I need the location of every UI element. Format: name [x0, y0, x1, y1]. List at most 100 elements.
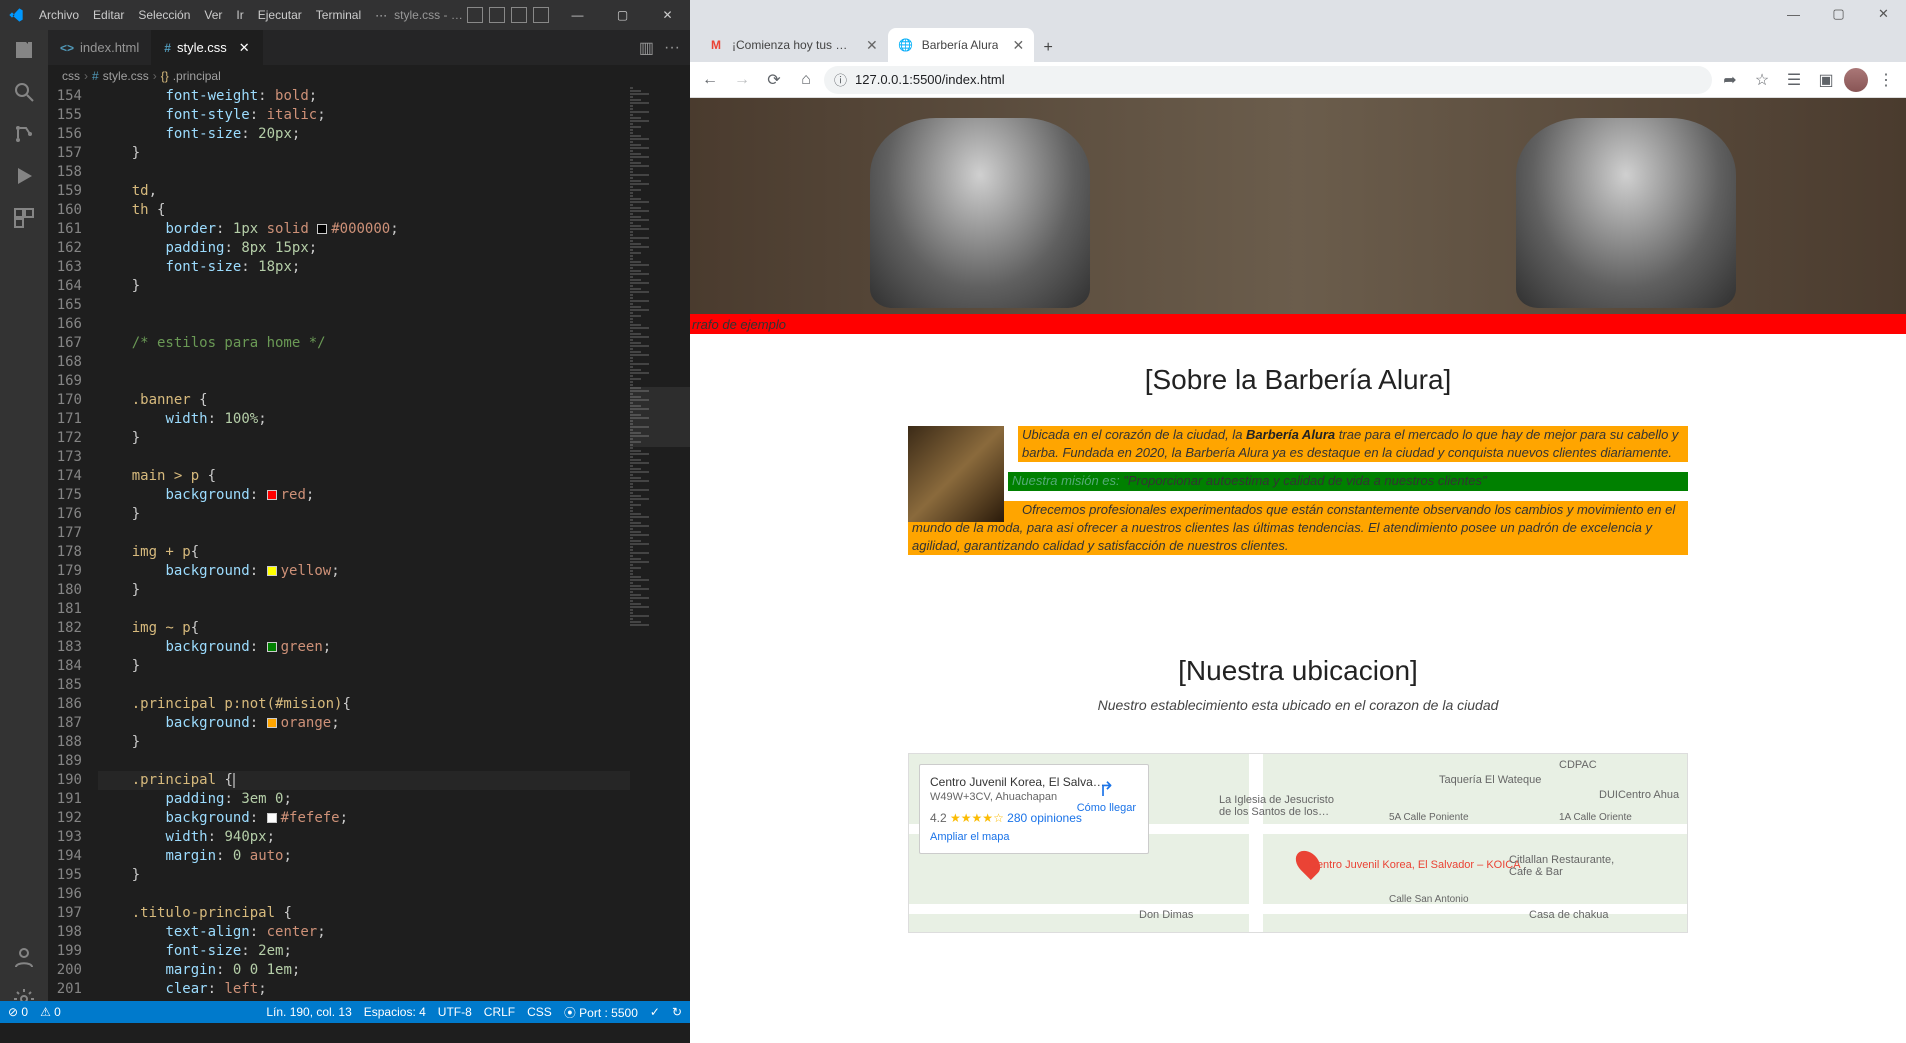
status-spaces[interactable]: Espacios: 4 — [364, 1004, 426, 1021]
star-bookmark-icon[interactable]: ☆ — [1748, 66, 1776, 94]
breadcrumb-folder[interactable]: css — [62, 69, 80, 83]
status-sync-icon[interactable]: ↻ — [672, 1004, 682, 1021]
status-check-icon[interactable]: ✓ — [650, 1004, 660, 1021]
status-warnings[interactable]: ⚠ 0 — [40, 1005, 61, 1019]
map-poi-label: Don Dimas — [1139, 909, 1193, 921]
banner-image — [690, 98, 1906, 314]
globe-favicon-icon: 🌐 — [898, 37, 914, 53]
menu-archivo[interactable]: Archivo — [32, 8, 86, 22]
chrome-tabs: M ¡Comienza hoy tus estudios y no ✕ 🌐 Ba… — [690, 28, 1906, 62]
chrome-menu-icon[interactable]: ⋮ — [1872, 66, 1900, 94]
about-paragraph-1: Ubicada en el corazón de la ciudad, la B… — [1018, 426, 1688, 462]
layout-icon[interactable] — [533, 7, 549, 23]
map-road-label: 5A Calle Poniente — [1389, 812, 1469, 823]
menu-ver[interactable]: Ver — [197, 8, 229, 22]
red-paragraph: rrafo de ejemplo — [690, 314, 1906, 334]
new-tab-button[interactable]: + — [1034, 34, 1062, 62]
chrome-close-button[interactable]: ✕ — [1861, 0, 1906, 28]
window-title: style.css - HTML Y CSS - Visual Studi... — [394, 8, 467, 22]
menu-seleccion[interactable]: Selección — [131, 8, 197, 22]
layout-icon[interactable] — [489, 7, 505, 23]
status-lang[interactable]: CSS — [527, 1004, 552, 1021]
chrome-tab-barberia[interactable]: 🌐 Barbería Alura ✕ — [888, 28, 1034, 62]
search-icon[interactable] — [12, 80, 36, 104]
layout-icon[interactable] — [467, 7, 483, 23]
status-port[interactable]: ⦿ Port : 5500 — [564, 1004, 638, 1021]
map-poi-label: Taquería El Wateque — [1439, 774, 1541, 786]
close-button[interactable]: ✕ — [645, 0, 690, 30]
menu-terminal[interactable]: Terminal — [309, 8, 368, 22]
map-poi-label: Casa de chakua — [1529, 909, 1609, 921]
chrome-window: — ▢ ✕ M ¡Comienza hoy tus estudios y no … — [690, 0, 1906, 1043]
gmail-favicon-icon: M — [708, 37, 724, 53]
back-button[interactable]: ← — [696, 66, 724, 94]
map-info-card: ↱ Cómo llegar Centro Juvenil Korea, El S… — [919, 764, 1149, 854]
map-poi-label: CDPAC — [1559, 759, 1597, 771]
tab-style-css[interactable]: # style.css ✕ — [152, 30, 262, 65]
reading-list-icon[interactable]: ☰ — [1780, 66, 1808, 94]
vscode-logo-icon — [8, 7, 24, 23]
tab-index-html[interactable]: <> index.html — [48, 30, 152, 65]
maximize-button[interactable]: ▢ — [600, 0, 645, 30]
share-icon[interactable]: ➦ — [1716, 66, 1744, 94]
minimap[interactable] — [630, 87, 690, 1023]
explorer-icon[interactable] — [12, 38, 36, 62]
layout-icon[interactable] — [511, 7, 527, 23]
layout-icons[interactable] — [467, 7, 555, 23]
minimap-slider[interactable] — [630, 387, 690, 447]
site-info-icon[interactable]: ⓘ — [834, 70, 847, 89]
map-poi-label: La Iglesia de Jesucristo de los Santos d… — [1219, 794, 1349, 818]
menu-editar[interactable]: Editar — [86, 8, 131, 22]
source-control-icon[interactable] — [12, 122, 36, 146]
reload-button[interactable]: ⟳ — [760, 66, 788, 94]
google-map-embed[interactable]: ↱ Cómo llegar Centro Juvenil Korea, El S… — [908, 753, 1688, 933]
tab-label: ¡Comienza hoy tus estudios y no — [732, 38, 852, 52]
map-poi-label: Citlallan Restaurante, Cafe & Bar — [1509, 854, 1629, 878]
menu-ejecutar[interactable]: Ejecutar — [251, 8, 309, 22]
map-directions-button[interactable]: ↱ Cómo llegar — [1077, 777, 1136, 814]
tab-label: index.html — [80, 40, 139, 55]
status-errors[interactable]: ⊘ 0 — [8, 1005, 28, 1019]
account-icon[interactable] — [12, 945, 36, 969]
editor-tabs: <> index.html # style.css ✕ ▥ ··· — [48, 30, 690, 65]
location-subtitle: Nuestro establecimiento esta ubicado en … — [690, 697, 1906, 713]
map-road-label: 1A Calle Oriente — [1559, 812, 1632, 823]
page-viewport[interactable]: rrafo de ejemplo [Sobre la Barbería Alur… — [690, 98, 1906, 1043]
html-file-icon: <> — [60, 41, 74, 55]
close-tab-icon[interactable]: ✕ — [1012, 37, 1024, 54]
menu-overflow[interactable]: ··· — [368, 8, 394, 22]
status-encoding[interactable]: UTF-8 — [438, 1004, 472, 1021]
more-actions-icon[interactable]: ··· — [664, 39, 680, 57]
close-tab-icon[interactable]: ✕ — [866, 37, 878, 54]
close-tab-icon[interactable]: ✕ — [239, 40, 250, 56]
status-line-col[interactable]: Lín. 190, col. 13 — [266, 1004, 351, 1021]
extensions-icon[interactable] — [12, 206, 36, 230]
about-heading: [Sobre la Barbería Alura] — [690, 364, 1906, 396]
activity-bar — [0, 30, 48, 1023]
map-expand-link[interactable]: Ampliar el mapa — [930, 831, 1138, 843]
status-eol[interactable]: CRLF — [484, 1004, 515, 1021]
tab-label: style.css — [177, 40, 227, 55]
status-bar: ⊘ 0 ⚠ 0 Lín. 190, col. 13 Espacios: 4 UT… — [0, 1001, 690, 1023]
chrome-tab-gmail[interactable]: M ¡Comienza hoy tus estudios y no ✕ — [698, 28, 888, 62]
code-editor[interactable]: 1541551561571581591601611621631641651661… — [48, 87, 690, 1023]
minimize-button[interactable]: — — [555, 0, 600, 30]
side-panel-icon[interactable]: ▣ — [1812, 66, 1840, 94]
utensils-image — [908, 426, 1004, 522]
run-debug-icon[interactable] — [12, 164, 36, 188]
breadcrumb-symbol[interactable]: {}.principal — [161, 69, 221, 83]
profile-avatar[interactable] — [1844, 68, 1868, 92]
split-editor-icon[interactable]: ▥ — [639, 38, 654, 58]
map-road-label: Calle San Antonio — [1389, 894, 1469, 905]
chrome-minimize-button[interactable]: — — [1771, 0, 1816, 28]
vscode-window: Archivo Editar Selección Ver Ir Ejecutar… — [0, 0, 690, 1023]
breadcrumb-file[interactable]: #style.css — [92, 69, 149, 83]
breadcrumb[interactable]: css › #style.css › {}.principal — [48, 65, 690, 87]
tab-label: Barbería Alura — [922, 38, 999, 52]
chrome-maximize-button[interactable]: ▢ — [1816, 0, 1861, 28]
forward-button[interactable]: → — [728, 66, 756, 94]
menu-ir[interactable]: Ir — [229, 8, 250, 22]
css-file-icon: # — [164, 41, 171, 55]
address-bar[interactable]: ⓘ 127.0.0.1:5500/index.html — [824, 66, 1712, 94]
home-button[interactable]: ⌂ — [792, 66, 820, 94]
